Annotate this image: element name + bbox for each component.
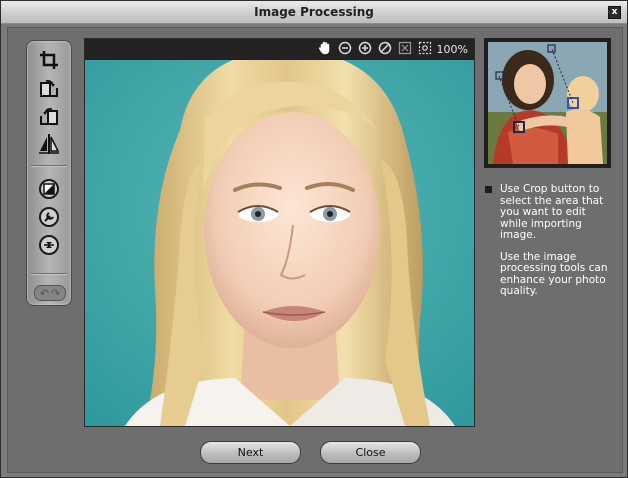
crop-icon[interactable] <box>36 47 62 73</box>
hand-icon[interactable] <box>318 41 332 55</box>
next-button[interactable]: Next <box>200 441 301 464</box>
zoom-out-icon[interactable] <box>338 41 352 55</box>
redo-icon[interactable]: ↷ <box>51 287 60 300</box>
zoom-in-icon[interactable] <box>358 41 372 55</box>
madonna-thumbnail-image <box>488 42 607 164</box>
rotate-left-icon[interactable] <box>36 103 62 129</box>
title-bar: Image Processing x <box>1 1 627 24</box>
undo-redo-group: ↶ ↷ <box>34 285 66 301</box>
fit-icon[interactable] <box>398 41 412 55</box>
close-button[interactable]: Close <box>320 441 421 464</box>
zoom-level: 100% <box>436 43 468 56</box>
image-processing-dialog: Image Processing x ↶ ↷ 100% Use Crop but… <box>0 0 628 478</box>
close-window-button[interactable]: x <box>608 6 621 19</box>
image-viewer: 100% <box>84 38 475 427</box>
actual-size-icon[interactable] <box>418 41 432 55</box>
help-paragraph-tools: Use the image processing tools can enhan… <box>500 250 608 297</box>
help-bullet-icon <box>485 186 492 193</box>
tool-palette: ↶ ↷ <box>26 40 72 306</box>
toolbar-divider <box>31 165 67 167</box>
help-paragraph-crop: Use Crop button to select the area that … <box>500 183 604 241</box>
undo-icon[interactable]: ↶ <box>40 287 49 300</box>
brightness-icon[interactable] <box>36 176 62 202</box>
portrait-photo <box>85 60 474 426</box>
balance-icon[interactable] <box>36 232 62 258</box>
viewer-toolbar: 100% <box>85 39 474 59</box>
toolbar-divider <box>31 273 67 275</box>
dialog-content: ↶ ↷ 100% Use Crop button to select the a… <box>7 27 623 473</box>
rotate-right-icon[interactable] <box>36 75 62 101</box>
help-panel: Use Crop button to select the area that … <box>485 183 615 308</box>
reset-icon[interactable] <box>378 41 392 55</box>
flip-icon[interactable] <box>36 131 62 157</box>
wrench-icon[interactable] <box>36 204 62 230</box>
preview-thumbnail <box>484 38 611 168</box>
dialog-title: Image Processing <box>254 5 374 19</box>
